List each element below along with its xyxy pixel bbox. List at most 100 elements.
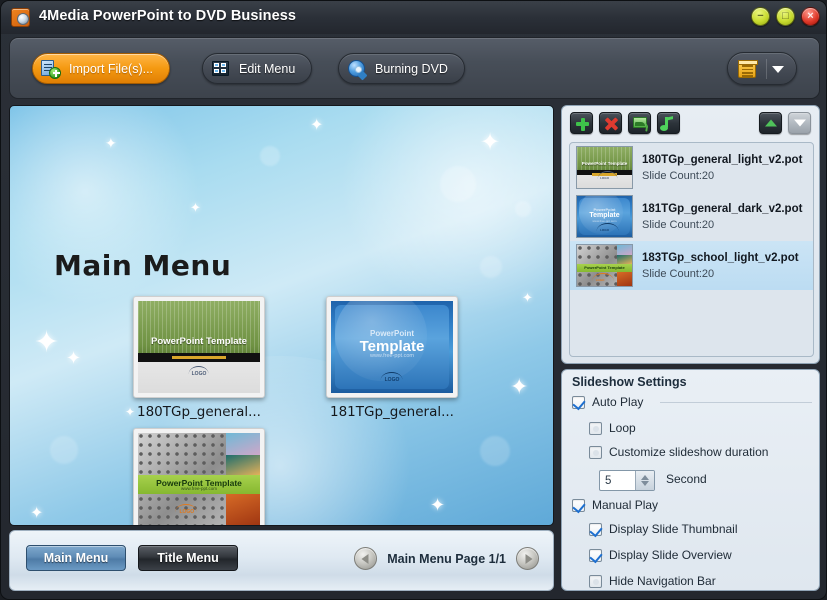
window-title: 4Media PowerPoint to DVD Business bbox=[39, 8, 297, 24]
sparkle-icon: ✦ bbox=[30, 505, 44, 522]
slide-logo: LOGO bbox=[380, 372, 403, 383]
duration-value[interactable]: 5 bbox=[600, 471, 635, 490]
arrow-left-icon[interactable] bbox=[354, 547, 378, 570]
slide-subtitle: www.free-ppt.com bbox=[180, 486, 217, 492]
bokeh-dot bbox=[440, 166, 476, 202]
thumbnail-caption: 181TGp_general... bbox=[330, 404, 454, 420]
file-thumbnail: PowerPoint Template www.free-ppt.com LOG… bbox=[576, 195, 633, 238]
checkbox-manual-play[interactable]: Manual Play bbox=[572, 498, 658, 512]
sparkle-icon: ✦ bbox=[430, 495, 446, 515]
slideshow-settings-panel: Slideshow Settings Auto Play Loop Custom… bbox=[561, 369, 820, 591]
checkbox-box[interactable] bbox=[589, 522, 602, 536]
checkbox-label: Hide Navigation Bar bbox=[609, 574, 716, 588]
file-list-item[interactable]: PowerPoint Template www.free-ppt.com LOG… bbox=[570, 192, 813, 241]
stepper-down-icon[interactable] bbox=[641, 481, 649, 486]
checkbox-display-slide-thumbnail[interactable]: Display Slide Thumbnail bbox=[589, 522, 738, 536]
close-button[interactable]: × bbox=[801, 7, 820, 26]
file-name: 181TGp_general_dark_v2.pot bbox=[642, 202, 803, 215]
slide-line1: PowerPoint bbox=[369, 328, 414, 338]
preview-thumbnail-item[interactable]: PowerPoint Template www.free-ppt.com LOG… bbox=[326, 296, 458, 420]
settings-divider bbox=[660, 402, 812, 403]
app-disc-icon bbox=[11, 8, 30, 27]
file-thumbnail: PowerPoint Template LOGO bbox=[576, 146, 633, 189]
file-list-toolbar bbox=[562, 106, 821, 140]
add-icon[interactable] bbox=[570, 112, 593, 134]
sparkle-icon: ✦ bbox=[66, 348, 82, 368]
slide-line3: www.free-ppt.com bbox=[369, 353, 414, 360]
move-down-icon[interactable] bbox=[788, 112, 811, 134]
view-mode-group bbox=[727, 52, 797, 85]
thumbnail-frame: PowerPoint Template www.free-ppt.com LOG… bbox=[133, 428, 265, 525]
sparkle-icon: ✦ bbox=[480, 129, 501, 156]
checkbox-box[interactable] bbox=[572, 395, 585, 409]
checkbox-auto-play[interactable]: Auto Play bbox=[572, 395, 643, 409]
checkbox-box[interactable] bbox=[589, 548, 602, 562]
remove-icon[interactable] bbox=[599, 112, 622, 134]
application-window: 4Media PowerPoint to DVD Business − □ × … bbox=[0, 0, 827, 600]
checkbox-label: Auto Play bbox=[592, 395, 644, 409]
title-menu-button[interactable]: Title Menu bbox=[138, 545, 238, 571]
sparkle-icon: ✦ bbox=[34, 326, 60, 359]
preview-thumbnail-item[interactable]: PowerPoint Template www.free-ppt.com LOG… bbox=[133, 428, 265, 525]
burning-dvd-icon bbox=[345, 59, 368, 80]
stepper-up-icon[interactable] bbox=[641, 475, 649, 480]
checkbox-label: Manual Play bbox=[592, 498, 659, 512]
music-note-icon[interactable] bbox=[657, 112, 680, 134]
file-thumbnail: PowerPoint Template LOGO bbox=[576, 244, 633, 287]
move-up-icon[interactable] bbox=[759, 112, 782, 134]
sparkle-icon: ✦ bbox=[190, 200, 201, 215]
checkbox-loop[interactable]: Loop bbox=[589, 421, 636, 435]
minimize-icon: − bbox=[757, 10, 764, 22]
edit-menu-button[interactable]: Edit Menu bbox=[202, 53, 313, 84]
minimize-button[interactable]: − bbox=[751, 7, 770, 26]
title-bar: 4Media PowerPoint to DVD Business − □ × bbox=[1, 1, 826, 34]
import-file-icon bbox=[39, 59, 61, 79]
checkbox-hide-navigation-bar[interactable]: Hide Navigation Bar bbox=[589, 574, 716, 588]
menu-preview-panel[interactable]: ✦ ✦ ✦ ✦ ✦ ✦ ✦ ✦ ✦ ✦ ✦ Main Menu PowerPoi… bbox=[9, 105, 554, 526]
chevron-down-icon[interactable] bbox=[772, 66, 784, 73]
slide-title: PowerPoint Template bbox=[151, 335, 247, 347]
checkbox-label: Loop bbox=[609, 421, 636, 435]
file-slide-count: Slide Count:20 bbox=[642, 267, 715, 280]
checkbox-label: Customize slideshow duration bbox=[609, 445, 769, 459]
checkbox-display-slide-overview[interactable]: Display Slide Overview bbox=[589, 548, 732, 562]
sparkle-icon: ✦ bbox=[310, 117, 324, 134]
file-list-item[interactable]: PowerPoint Template LOGO 183TGp_school_l… bbox=[570, 241, 813, 290]
burning-dvd-button[interactable]: Burning DVD bbox=[338, 53, 465, 84]
page-navigation: Main Menu Page 1/1 bbox=[354, 547, 539, 570]
checkbox-box[interactable] bbox=[589, 421, 602, 435]
background-image-icon[interactable] bbox=[628, 112, 651, 134]
duration-unit-label: Second bbox=[666, 472, 707, 486]
slide-preview: PowerPoint Template www.free-ppt.com LOG… bbox=[138, 433, 260, 525]
import-files-button[interactable]: Import File(s)... bbox=[32, 53, 171, 84]
maximize-button[interactable]: □ bbox=[776, 7, 795, 26]
file-slide-count: Slide Count:20 bbox=[642, 218, 715, 231]
checkbox-box[interactable] bbox=[589, 445, 602, 459]
checkbox-label: Display Slide Overview bbox=[609, 548, 732, 562]
list-view-icon[interactable] bbox=[738, 60, 758, 78]
checkbox-box[interactable] bbox=[589, 574, 602, 588]
burning-dvd-label: Burning DVD bbox=[375, 61, 448, 76]
file-slide-count: Slide Count:20 bbox=[642, 169, 715, 182]
duration-stepper[interactable]: 5 bbox=[599, 470, 655, 491]
main-menu-button[interactable]: Main Menu bbox=[26, 545, 126, 571]
file-list-item[interactable]: PowerPoint Template LOGO 180TGp_general_… bbox=[570, 143, 813, 192]
arrow-right-icon[interactable] bbox=[516, 547, 539, 570]
slide-preview: PowerPoint Template LOGO bbox=[138, 301, 260, 393]
file-list[interactable]: PowerPoint Template LOGO 180TGp_general_… bbox=[569, 142, 814, 357]
sparkle-icon: ✦ bbox=[105, 135, 117, 151]
bokeh-dot bbox=[515, 201, 531, 217]
slide-logo: LOGO bbox=[175, 504, 198, 515]
checkbox-customize-duration[interactable]: Customize slideshow duration bbox=[589, 445, 768, 459]
sparkle-icon: ✦ bbox=[522, 290, 533, 305]
edit-menu-label: Edit Menu bbox=[239, 61, 296, 76]
file-name: 180TGp_general_light_v2.pot bbox=[642, 153, 803, 166]
close-icon: × bbox=[807, 10, 814, 22]
stepper-arrows[interactable] bbox=[635, 471, 654, 490]
preview-thumbnail-item[interactable]: PowerPoint Template LOGO 180TGp_general.… bbox=[133, 296, 265, 420]
checkbox-box[interactable] bbox=[572, 498, 585, 512]
import-files-label: Import File(s)... bbox=[69, 61, 154, 76]
file-meta: 180TGp_general_light_v2.pot Slide Count:… bbox=[642, 154, 807, 182]
bokeh-dot bbox=[480, 436, 510, 466]
bokeh-dot bbox=[260, 146, 280, 166]
